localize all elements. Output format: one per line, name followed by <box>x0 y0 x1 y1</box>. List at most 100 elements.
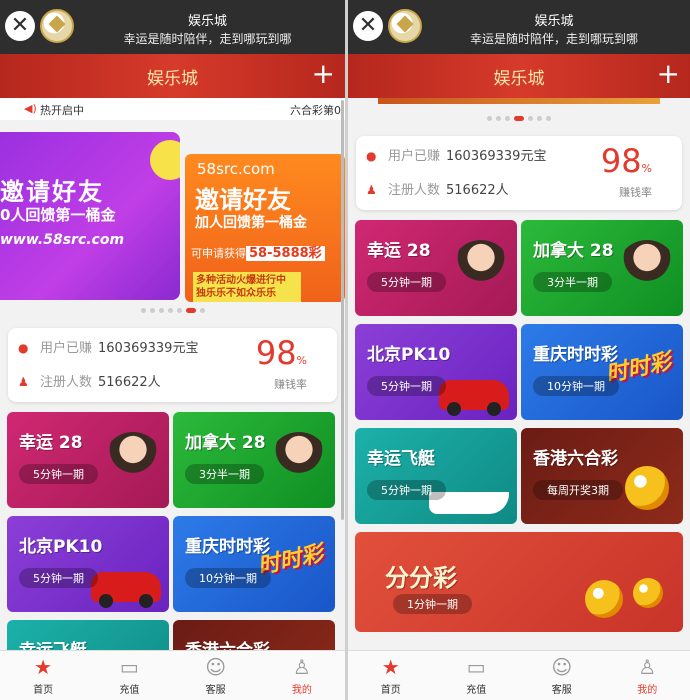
coins-icon: ● <box>366 149 377 163</box>
game-name: 幸运 28 <box>367 241 431 261</box>
rate-unit: % <box>296 354 307 367</box>
banner-slide[interactable]: 58src.com 邀请好友 加人回馈第一桶金 可申请获得 58-5888彩 多种… <box>185 154 345 302</box>
game-name: 香港六合彩 <box>185 636 270 650</box>
scrollbar[interactable] <box>341 100 344 520</box>
game-card-xingyun28[interactable]: 幸运 28 5分钟一期 <box>7 412 169 508</box>
banner-promo: 多种活动火爆进行中 独乐乐不如众乐乐 <box>193 272 301 302</box>
tab-label: 首页 <box>380 685 401 696</box>
carousel-dot[interactable] <box>496 116 501 121</box>
app-logo <box>40 9 74 43</box>
users-row: ♟ 注册人数 516622人 <box>18 372 161 392</box>
content-scroll[interactable]: ◀) 热开启中 六合彩第0 邀请好友 0人回馈第一桶金 www.58src.co… <box>0 98 345 650</box>
earned-row: ● 用户已赚 160369339元宝 <box>18 338 198 358</box>
tab-label: 首页 <box>33 685 54 696</box>
system-bar: ✕ 娱乐城 幸运是随时陪伴，走到哪玩到哪 <box>0 0 345 54</box>
plus-button[interactable]: + <box>312 57 335 90</box>
tab-bar: ★ 首页 ▭ 充值 ☺ 客服 ♙ 我的 <box>0 650 345 700</box>
users-icon: ♟ <box>366 183 377 197</box>
rate-number: 98 <box>255 334 297 372</box>
app-logo <box>388 9 422 43</box>
tab-label: 客服 <box>205 685 226 696</box>
tab-label: 充值 <box>466 685 487 696</box>
carousel-dot[interactable] <box>487 116 492 121</box>
game-name: 北京PK10 <box>367 345 451 365</box>
tab-recharge[interactable]: ▭ 充值 <box>86 651 172 700</box>
hostess-image <box>617 240 677 310</box>
smile-icon: ☺ <box>551 655 573 679</box>
game-period: 5分钟一期 <box>19 568 98 588</box>
game-name: 重庆时时彩 <box>533 345 618 365</box>
carousel-dot[interactable] <box>158 308 164 313</box>
tab-home[interactable]: ★ 首页 <box>348 651 434 700</box>
banner-slide[interactable]: 邀请好友 0人回馈第一桶金 www.58src.com <box>0 132 180 300</box>
game-period: 5分钟一期 <box>19 464 98 484</box>
game-card-beijingpk10[interactable]: 北京PK10 5分钟一期 <box>355 324 517 420</box>
game-card-liuhecai[interactable]: 香港六合彩每周开奖3期 <box>173 620 335 650</box>
banner-apply: 可申请获得 58-5888彩 <box>191 242 325 261</box>
promo-line: 独乐乐不如众乐乐 <box>196 288 276 299</box>
game-period: 5分钟一期 <box>367 480 446 500</box>
rate-label: 赚钱率 <box>274 378 307 391</box>
game-name: 重庆时时彩 <box>185 537 270 557</box>
game-card-jianada28[interactable]: 加拿大 28 3分半一期 <box>521 220 683 316</box>
banner-edge <box>378 98 660 104</box>
carousel-dot[interactable] <box>505 116 510 121</box>
smile-icon: ☺ <box>205 655 227 679</box>
carousel-dot[interactable] <box>176 308 182 313</box>
system-subtitle: 幸运是随时陪伴，走到哪玩到哪 <box>469 32 638 46</box>
earned-label: 用户已赚 <box>40 341 93 356</box>
game-period: 每周开奖3期 <box>533 480 623 500</box>
carousel-dot[interactable] <box>167 308 173 313</box>
hostess-image <box>103 432 163 502</box>
banner-headline: 邀请好友 <box>195 186 291 214</box>
game-card-chongqing[interactable]: 时时彩 重庆时时彩 10分钟一期 <box>173 516 335 612</box>
game-card-feiting[interactable]: 幸运飞艇5分钟一期 <box>355 428 517 524</box>
phone-left: ✕ 娱乐城 幸运是随时陪伴，走到哪玩到哪 娱乐城 + ◀) 热开启中 六合彩第0… <box>0 0 345 700</box>
game-card-jianada28[interactable]: 加拿大 28 3分半一期 <box>173 412 335 508</box>
tab-mine[interactable]: ♙ 我的 <box>605 651 690 700</box>
page-title: 娱乐城 <box>147 69 198 89</box>
star-icon: ★ <box>381 655 400 679</box>
game-card-chongqing[interactable]: 时时彩 重庆时时彩 10分钟一期 <box>521 324 683 420</box>
close-button[interactable]: ✕ <box>5 11 35 41</box>
carousel-dot[interactable] <box>140 308 146 313</box>
game-period: 3分半一期 <box>185 464 264 484</box>
game-card-feiting[interactable]: 幸运飞艇5分钟一期 <box>7 620 169 650</box>
users-label: 注册人数 <box>388 183 441 198</box>
banner-line: 加人回馈第一桶金 <box>195 215 307 231</box>
game-name: 北京PK10 <box>19 537 103 557</box>
game-card-fenfencai[interactable]: 分分彩 1分钟一期 <box>355 532 683 632</box>
carousel-dot[interactable] <box>546 116 551 121</box>
speaker-icon: ◀) <box>24 102 37 115</box>
tab-mine[interactable]: ♙ 我的 <box>259 651 345 700</box>
users-row: ♟ 注册人数 516622人 <box>366 180 509 200</box>
carousel-dot[interactable] <box>199 308 205 313</box>
carousel-dots <box>0 302 345 320</box>
carousel-dot[interactable] <box>149 308 155 313</box>
banner-site: 58src.com <box>197 160 275 178</box>
game-period: 5分钟一期 <box>367 272 446 292</box>
tab-home[interactable]: ★ 首页 <box>0 651 86 700</box>
content-scroll[interactable]: ● 用户已赚 160369339元宝 ♟ 注册人数 516622人 98% 赚钱率 幸运… <box>348 98 690 650</box>
carousel-dot[interactable] <box>537 116 542 121</box>
system-bar: ✕ 娱乐城 幸运是随时陪伴，走到哪玩到哪 <box>348 0 690 54</box>
tab-service[interactable]: ☺ 客服 <box>173 651 259 700</box>
tab-service[interactable]: ☺ 客服 <box>519 651 605 700</box>
game-card-xingyun28[interactable]: 幸运 28 5分钟一期 <box>355 220 517 316</box>
game-card-beijingpk10[interactable]: 北京PK10 5分钟一期 <box>7 516 169 612</box>
carousel-dot-active[interactable] <box>514 116 524 121</box>
plus-button[interactable]: + <box>657 57 680 90</box>
system-title: 娱乐城 <box>534 14 574 29</box>
notice-ticker[interactable]: ◀) 热开启中 六合彩第0 <box>0 98 345 120</box>
coins-icon: ● <box>18 341 29 355</box>
rate-unit: % <box>641 162 652 175</box>
carousel-dot[interactable] <box>528 116 533 121</box>
stats-card: ● 用户已赚 160369339元宝 ♟ 注册人数 516622人 98% 赚钱率 <box>356 136 682 210</box>
banner-carousel[interactable]: 邀请好友 0人回馈第一桶金 www.58src.com 58src.com 邀请… <box>0 120 345 302</box>
carousel-dot-active[interactable] <box>185 308 196 313</box>
close-button[interactable]: ✕ <box>353 11 383 41</box>
tab-recharge[interactable]: ▭ 充值 <box>434 651 520 700</box>
game-period: 1分钟一期 <box>393 594 472 614</box>
users-icon: ♟ <box>18 375 29 389</box>
game-card-liuhecai[interactable]: 香港六合彩每周开奖3期 <box>521 428 683 524</box>
